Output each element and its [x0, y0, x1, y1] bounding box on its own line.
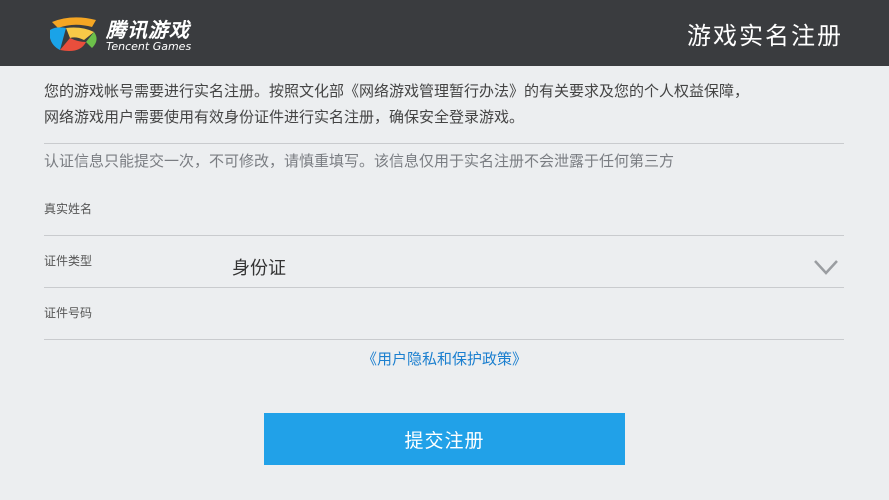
- brand-name-cn: 腾讯游戏: [106, 18, 190, 42]
- divider: [44, 339, 844, 340]
- submit-registration-button[interactable]: 提交注册: [264, 413, 625, 465]
- real-name-input[interactable]: [232, 198, 792, 232]
- app-header: 腾讯游戏 Tencent Games 游戏实名注册: [0, 0, 889, 66]
- chevron-down-icon[interactable]: [812, 256, 840, 278]
- privacy-policy-link[interactable]: 《用户隐私和保护政策》: [0, 348, 889, 369]
- id-type-label: 证件类型: [44, 254, 93, 268]
- tencent-games-logo: 腾讯游戏 Tencent Games: [46, 12, 206, 56]
- registration-notice: 您的游戏帐号需要进行实名注册。按照文化部《网络游戏管理暂行办法》的有关要求及您的…: [44, 78, 844, 130]
- warning-text: 认证信息只能提交一次，不可修改，请慎重填写。该信息仅用于实名注册不会泄露于任何第…: [44, 152, 675, 170]
- real-name-label: 真实姓名: [44, 202, 93, 216]
- page-title: 游戏实名注册: [687, 22, 843, 50]
- notice-line-1: 您的游戏帐号需要进行实名注册。按照文化部《网络游戏管理暂行办法》的有关要求及您的…: [44, 82, 750, 100]
- id-type-select[interactable]: 身份证: [232, 254, 286, 280]
- divider: [44, 287, 844, 288]
- id-number-input[interactable]: [232, 300, 792, 334]
- brand-name-en: Tencent Games: [106, 40, 192, 53]
- tencent-games-logo-icon: [50, 17, 97, 51]
- divider: [44, 143, 844, 144]
- id-number-label: 证件号码: [44, 306, 93, 320]
- notice-line-2: 网络游戏用户需要使用有效身份证件进行实名注册，确保安全登录游戏。: [44, 108, 525, 126]
- divider: [44, 235, 844, 236]
